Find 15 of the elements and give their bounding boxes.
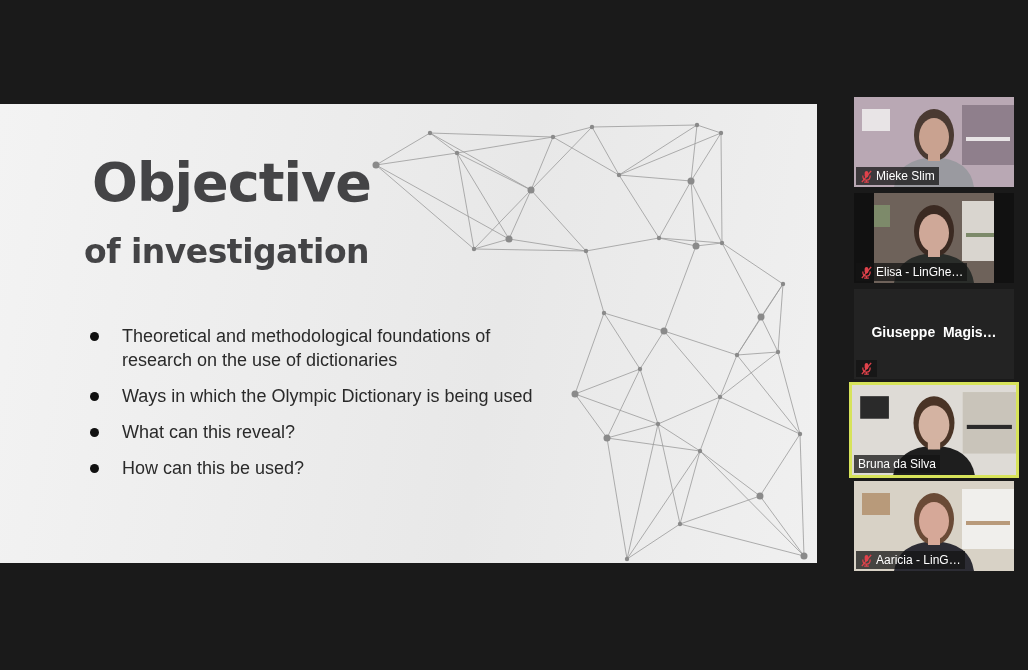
bullet-text: Theoretical and methodological foundations of research on the use of dictionaries <box>122 325 492 372</box>
bullet-icon <box>90 392 99 401</box>
bullet-icon <box>90 464 99 473</box>
bullet-icon <box>90 428 99 437</box>
bullet-icon <box>90 332 99 341</box>
slide-subtitle: of investigation <box>84 231 370 273</box>
bullet-text: What can this reveal? <box>122 421 297 444</box>
participant-name: Bruna da Silva <box>858 457 937 471</box>
slide-title: Objective <box>92 150 371 216</box>
participant-name: Elisa - LinGhe… <box>876 265 964 279</box>
participant-name: Giuseppe Magis… <box>870 324 998 340</box>
participant-name: Aaricia - LinG… <box>876 553 961 567</box>
bullet-text: Ways in which the Olympic Dictionary is being used <box>122 385 534 408</box>
participant-name: Mieke Slim <box>876 169 935 183</box>
bullet-text: How can this be used? <box>122 457 306 480</box>
